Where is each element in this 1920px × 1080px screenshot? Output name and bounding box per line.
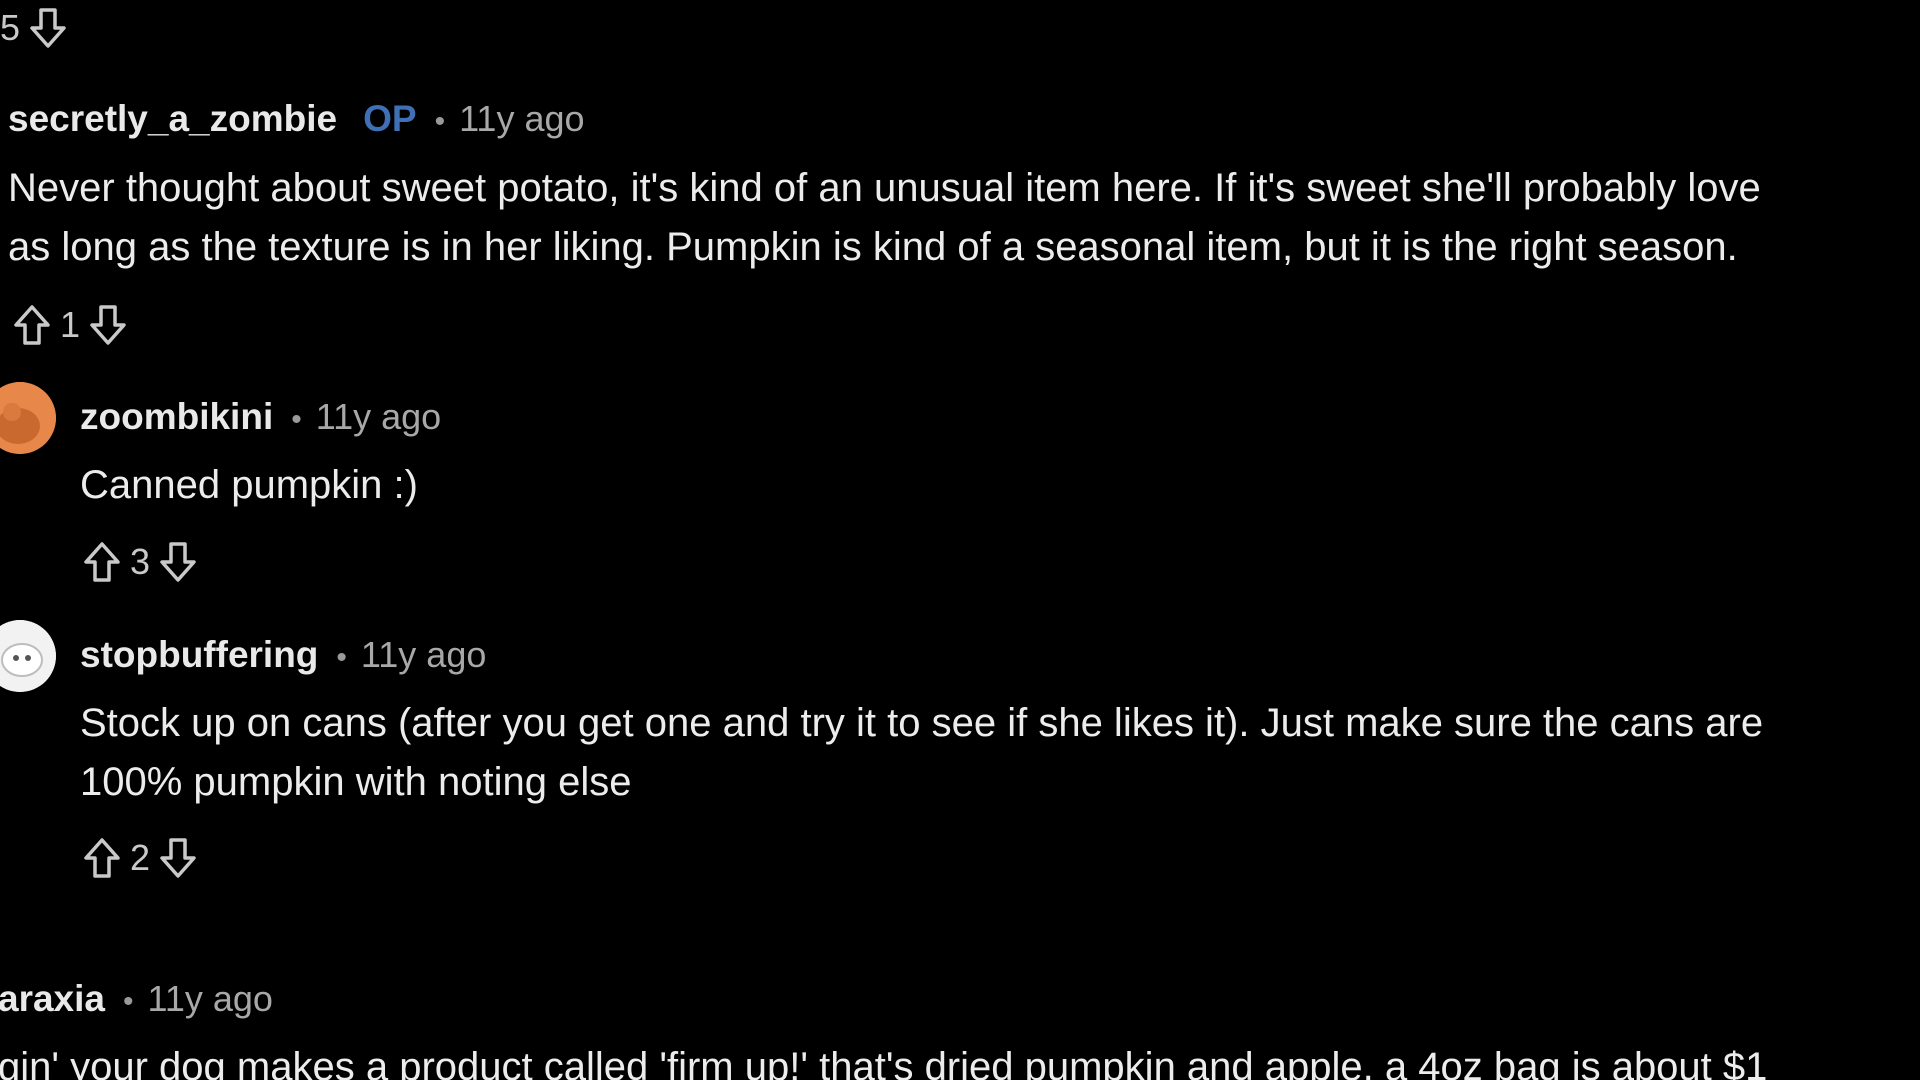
comment-body-line: as long as the texture is in her liking.…: [8, 225, 1738, 269]
author-name[interactable]: araxia: [0, 978, 105, 1020]
vote-bar: 3: [80, 538, 200, 586]
vote-score: 3: [130, 541, 151, 582]
comment-body-line: Never thought about sweet potato, it's k…: [8, 166, 1761, 210]
separator-dot: •: [434, 105, 446, 138]
vote-score: 5: [0, 7, 21, 48]
comment-age[interactable]: 11y ago: [361, 634, 486, 676]
vote-score: 1: [60, 304, 81, 345]
vote-bar: 2: [80, 834, 200, 882]
comment-body-line: gin' your dog makes a product called 'fi…: [0, 1045, 1768, 1080]
vote-bar: 1: [10, 301, 130, 349]
comment-age[interactable]: 11y ago: [316, 396, 441, 438]
downvote-icon[interactable]: [86, 301, 130, 349]
author-name[interactable]: zoombikini: [80, 396, 273, 438]
avatar[interactable]: [0, 620, 56, 692]
avatar[interactable]: [0, 382, 56, 454]
downvote-icon[interactable]: [26, 4, 70, 52]
separator-dot: •: [291, 403, 302, 436]
comment-header: zoombikini • 11y ago: [80, 396, 441, 446]
downvote-icon[interactable]: [156, 834, 200, 882]
author-name[interactable]: secretly_a_zombie: [8, 98, 337, 140]
comment-body-line: 100% pumpkin with noting else: [80, 760, 632, 804]
vote-bar-previous: 5: [0, 4, 70, 52]
comment-header: araxia • 11y ago: [0, 978, 273, 1028]
vote-score: 2: [130, 837, 151, 878]
separator-dot: •: [123, 985, 134, 1018]
separator-dot: •: [336, 641, 347, 674]
upvote-icon[interactable]: [10, 301, 54, 349]
downvote-icon[interactable]: [156, 538, 200, 586]
op-badge: OP: [363, 98, 417, 139]
comment-age[interactable]: 11y ago: [148, 978, 273, 1020]
upvote-icon[interactable]: [80, 834, 124, 882]
comment-thread: 5 secretly_a_zombie OP • 11y ago Never t…: [0, 0, 1920, 1080]
comment-header: stopbuffering • 11y ago: [80, 634, 486, 684]
comment-body-line: Stock up on cans (after you get one and …: [80, 701, 1764, 745]
upvote-icon[interactable]: [80, 538, 124, 586]
author-name[interactable]: stopbuffering: [80, 634, 318, 676]
comment-header: secretly_a_zombie OP • 11y ago: [8, 98, 585, 148]
comment-age[interactable]: 11y ago: [459, 98, 584, 140]
comment-body-line: Canned pumpkin :): [80, 463, 418, 507]
